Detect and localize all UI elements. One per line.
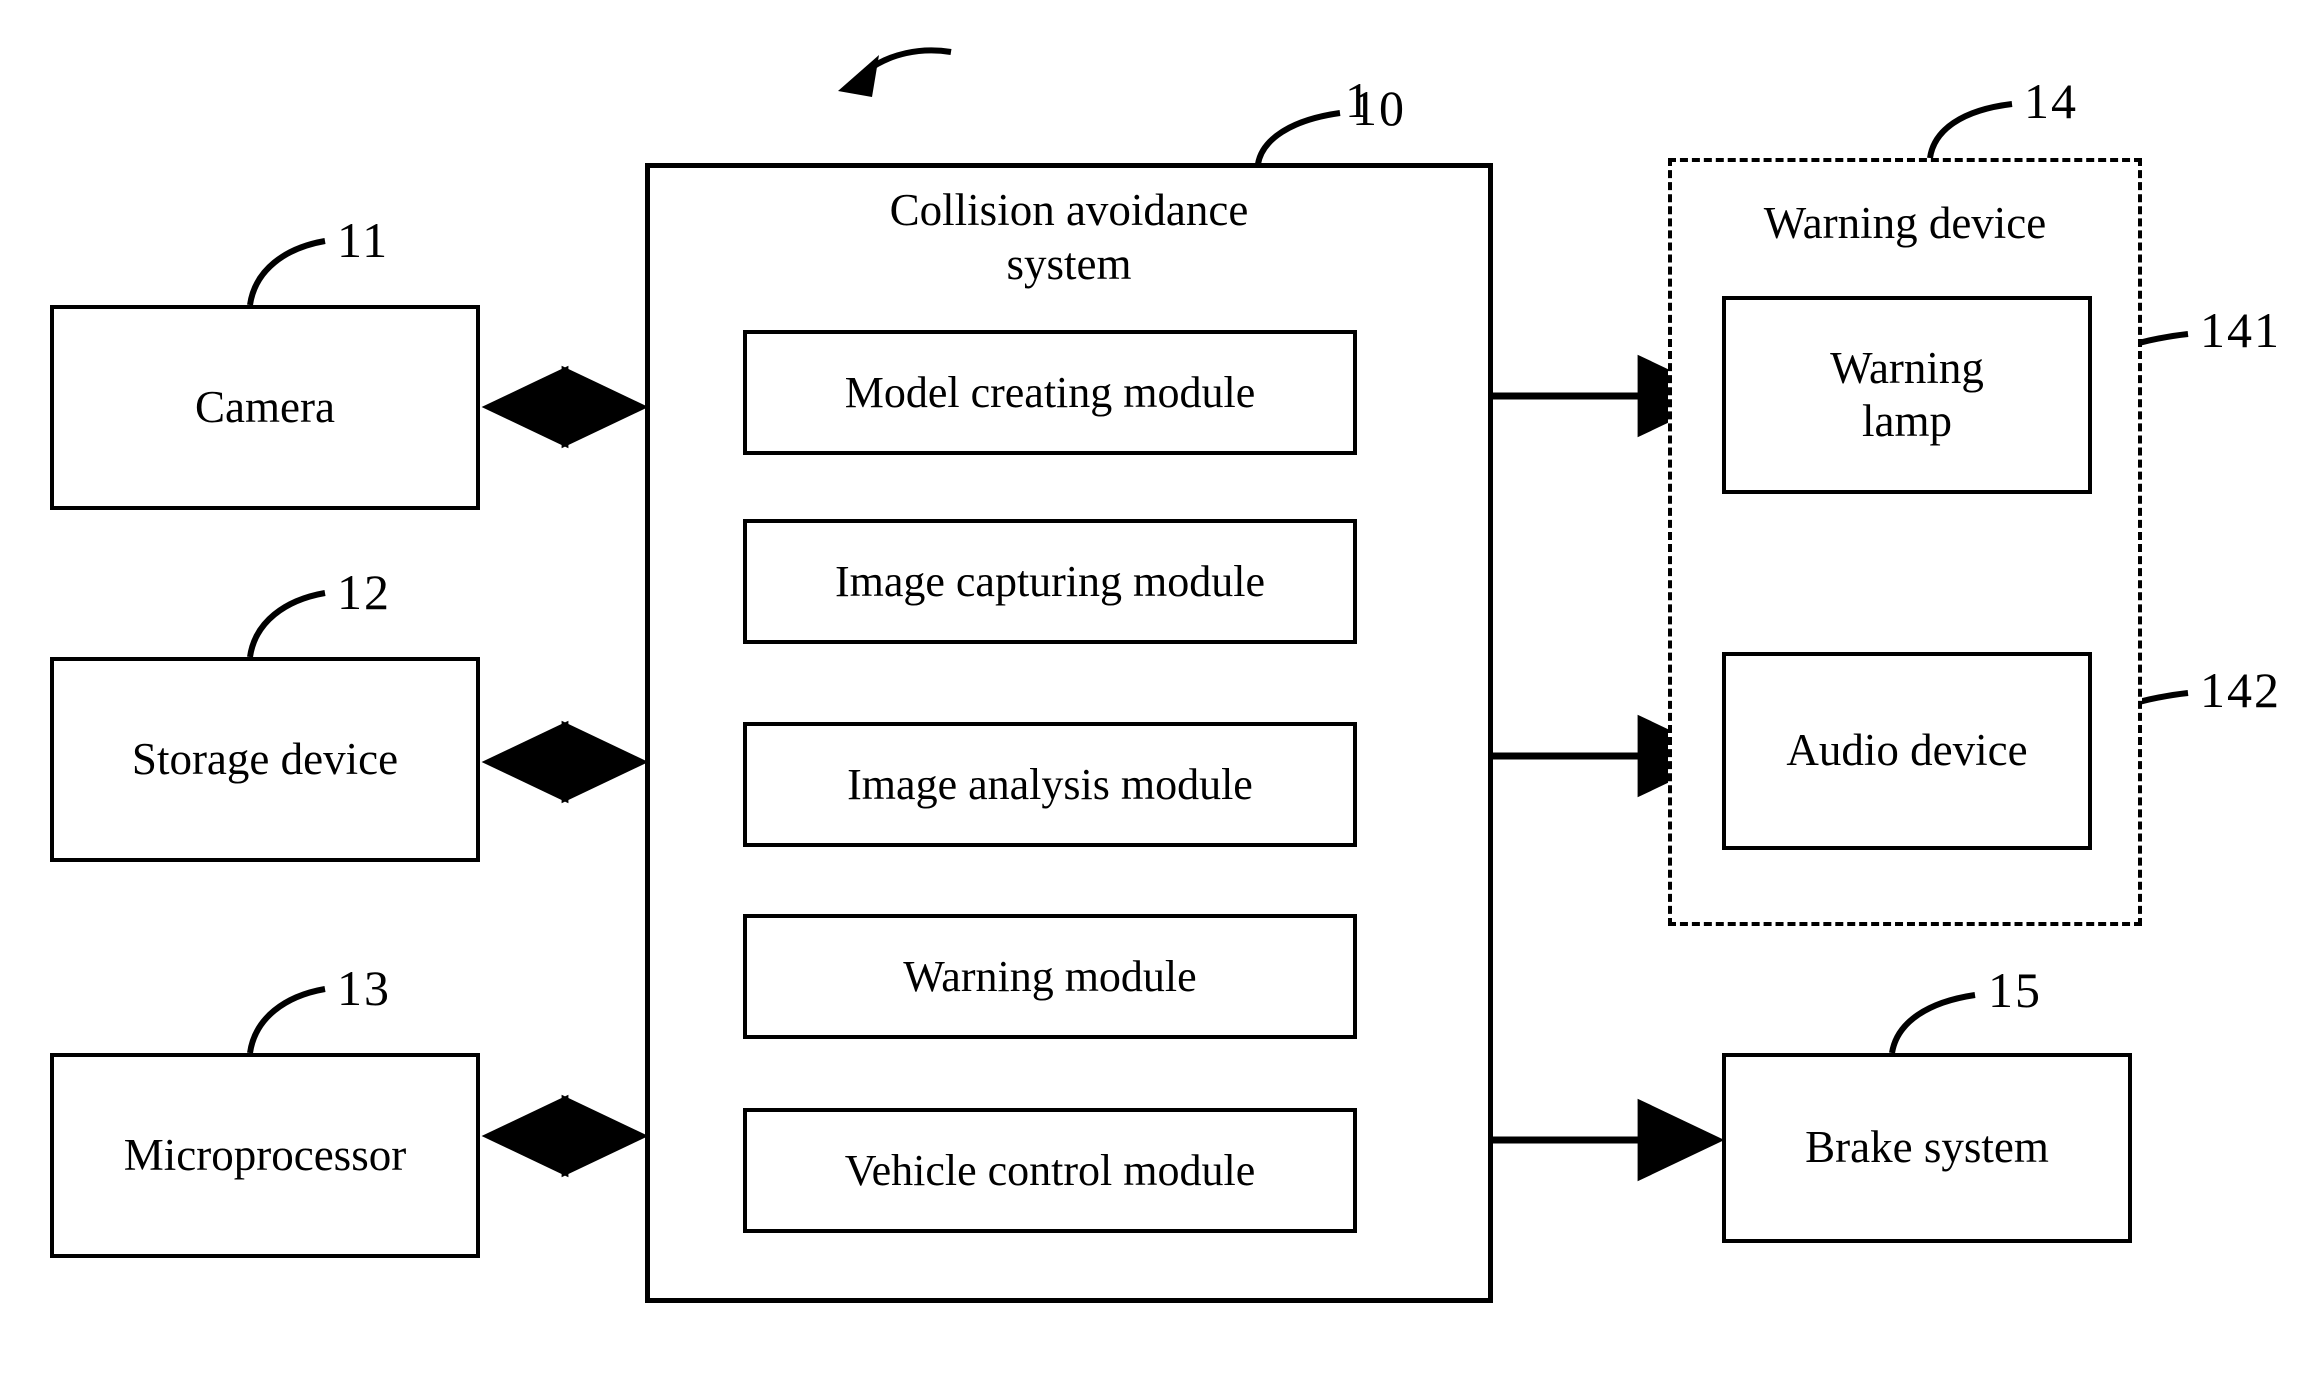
- refnum-141: 141: [2200, 302, 2281, 358]
- camera-label: Camera: [195, 381, 335, 432]
- module-vehicle-control[interactable]: Vehicle control module: [743, 1108, 1357, 1233]
- refnum-14: 14: [2024, 73, 2078, 129]
- patent-figure: 1 10 11 12 13 101 102 103 104 105 14 141…: [0, 0, 2304, 1381]
- leader-10: [1255, 110, 1341, 165]
- leader-13: [247, 986, 326, 1054]
- microprocessor-box[interactable]: Microprocessor: [50, 1053, 480, 1258]
- leader-15: [1889, 992, 1976, 1054]
- module-image-analysis-label: Image analysis module: [847, 759, 1253, 809]
- refnum-11: 11: [337, 212, 390, 268]
- brake-system-label: Brake system: [1805, 1122, 2049, 1173]
- leader-11: [247, 238, 326, 306]
- storage-device-label: Storage device: [131, 733, 399, 784]
- refnum-10: 10: [1352, 80, 1406, 136]
- leader-12: [247, 590, 326, 658]
- brake-system-box[interactable]: Brake system: [1722, 1053, 2132, 1243]
- camera-box[interactable]: Camera: [50, 305, 480, 510]
- warning-device-title: Warning device: [1763, 198, 2047, 248]
- module-vehicle-control-label: Vehicle control module: [844, 1145, 1256, 1195]
- leader-14: [1927, 101, 2013, 159]
- audio-device-label: Audio device: [1786, 725, 2028, 776]
- leader-figure-1: [838, 47, 952, 97]
- audio-device-box[interactable]: Audio device: [1722, 652, 2092, 850]
- module-image-analysis[interactable]: Image analysis module: [743, 722, 1357, 847]
- module-image-capturing-label: Image capturing module: [834, 556, 1266, 606]
- module-model-creating-label: Model creating module: [844, 367, 1256, 417]
- module-warning[interactable]: Warning module: [743, 914, 1357, 1039]
- module-image-capturing[interactable]: Image capturing module: [743, 519, 1357, 644]
- collision-avoidance-system-title: Collision avoidance system: [889, 185, 1249, 289]
- module-warning-label: Warning module: [903, 951, 1197, 1001]
- microprocessor-label: Microprocessor: [123, 1129, 407, 1180]
- warning-lamp-box[interactable]: Warning lamp: [1722, 296, 2092, 494]
- refnum-13: 13: [337, 960, 391, 1016]
- module-model-creating[interactable]: Model creating module: [743, 330, 1357, 455]
- warning-lamp-label: Warning lamp: [1830, 342, 1984, 446]
- refnum-15: 15: [1988, 962, 2042, 1018]
- storage-device-box[interactable]: Storage device: [50, 657, 480, 862]
- refnum-12: 12: [337, 564, 391, 620]
- refnum-142: 142: [2200, 662, 2281, 718]
